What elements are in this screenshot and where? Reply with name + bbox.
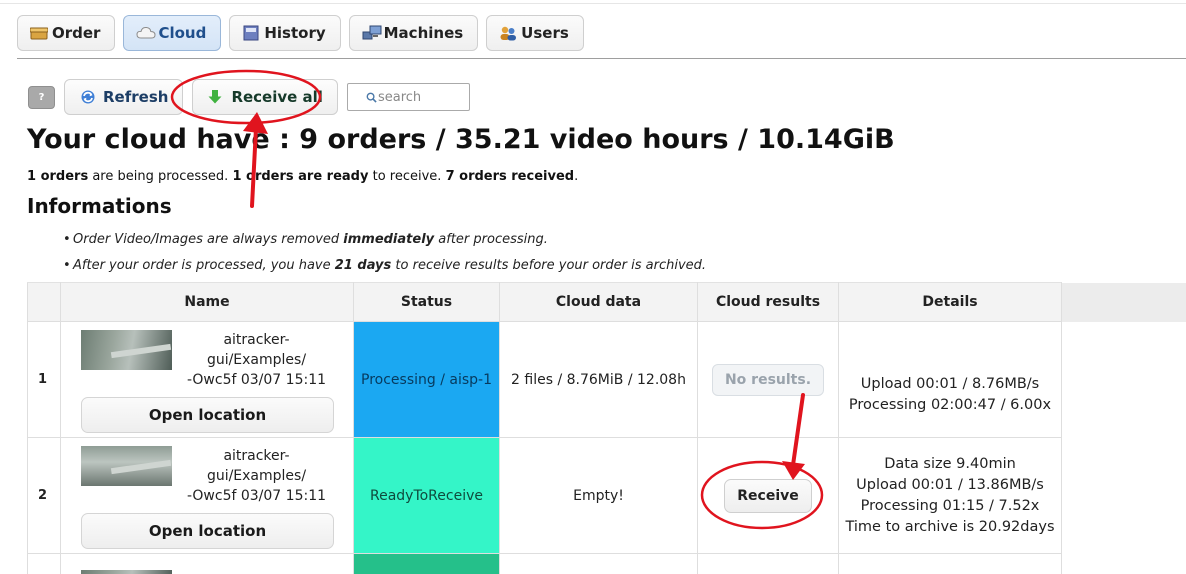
info-item2-bold: 21 days: [334, 258, 392, 273]
ready-count: 1 orders are ready: [232, 169, 369, 184]
video-thumbnail: [81, 446, 172, 486]
receive-button[interactable]: Receive: [724, 478, 812, 513]
table-row: [27, 553, 1186, 574]
details-cell: [838, 553, 1062, 574]
tab-users-label: Users: [521, 24, 569, 42]
detail-line: Processing 01:15 / 7.52x: [860, 497, 1040, 514]
info-item1-post: after processing.: [434, 232, 548, 247]
cloud-results-cell: Receive: [697, 437, 839, 554]
table-row: 2 aitracker-gui/Examples/ -Owc5f 03/07 15…: [27, 437, 1186, 554]
info-item2-pre: After your order is processed, you have: [73, 258, 335, 273]
header-status[interactable]: Status: [353, 282, 500, 322]
help-button[interactable]: ?: [28, 85, 55, 109]
order-path-line2: -Owc5f 03/07 15:11: [186, 488, 327, 504]
search-box: [346, 83, 470, 111]
order-path-line2: -Owc5f 03/07 15:11: [186, 372, 327, 388]
details-cell: Data size 9.40min Upload 00:01 / 13.86MB/…: [838, 437, 1062, 554]
video-thumbnail: [81, 570, 172, 574]
refresh-label: Refresh: [103, 88, 169, 106]
book-icon: [242, 25, 260, 41]
no-results-button: No results.: [711, 363, 825, 396]
download-arrow-icon: [207, 89, 225, 105]
header-spacer: [1061, 282, 1186, 322]
cloud-data-cell: Empty!: [499, 437, 698, 554]
toolbar: ? Refresh Receive all: [28, 79, 470, 115]
order-status-summary: 1 orders are being processed. 1 orders a…: [27, 169, 578, 184]
table-header-row: Name Status Cloud data Cloud results Det…: [27, 282, 1186, 322]
informations-heading: Informations: [27, 194, 172, 218]
order-path: aitracker-gui/Examples/ -Owc5f 03/07 15:1…: [180, 446, 333, 506]
info-item-removed: Order Video/Images are always removed im…: [63, 230, 706, 256]
tab-history[interactable]: History: [229, 15, 341, 51]
tab-machines[interactable]: Machines: [348, 15, 479, 51]
tab-cloud-label: Cloud: [158, 24, 207, 42]
row-number: [27, 553, 61, 574]
header-cloud-results[interactable]: Cloud results: [697, 282, 839, 322]
tab-cloud[interactable]: Cloud: [123, 15, 222, 51]
video-thumbnail: [81, 330, 172, 370]
processing-text: are being processed.: [88, 169, 233, 184]
tab-separator: [17, 58, 1186, 59]
tab-users[interactable]: Users: [486, 15, 584, 51]
receive-all-button[interactable]: Receive all: [192, 79, 338, 115]
order-path: aitracker-gui/Examples/ -Owc5f 03/07 15:1…: [180, 330, 333, 390]
tab-machines-label: Machines: [383, 24, 464, 42]
detail-line: Processing 02:00:47 / 6.00x: [848, 396, 1052, 413]
status-cell: [353, 553, 500, 574]
open-location-button[interactable]: Open location: [81, 513, 334, 549]
header-num: [27, 282, 61, 322]
status-cell: Processing / aisp-1: [353, 321, 500, 438]
orders-table: Name Status Cloud data Cloud results Det…: [27, 282, 1186, 574]
cloud-results-cell: [697, 553, 839, 574]
info-item-archive: After your order is processed, you have …: [63, 256, 706, 282]
header-name[interactable]: Name: [60, 282, 354, 322]
page-title: Your cloud have : 9 orders / 35.21 video…: [27, 124, 895, 155]
search-icon: [366, 92, 377, 103]
row-name-cell: [60, 553, 354, 574]
cloud-results-cell: No results.: [697, 321, 839, 438]
row-number: 2: [27, 437, 61, 554]
info-item1-bold: immediately: [343, 232, 435, 247]
ready-text: to receive.: [368, 169, 446, 184]
row-spacer: [1061, 553, 1186, 574]
order-path-line1: aitracker-gui/Examples/: [206, 448, 307, 484]
table-row: 1 aitracker-gui/Examples/ -Owc5f 03/07 15…: [27, 321, 1186, 438]
orders-table-wrap: Name Status Cloud data Cloud results Det…: [27, 282, 1186, 574]
row-number: 1: [27, 321, 61, 438]
header-cloud-data[interactable]: Cloud data: [499, 282, 698, 322]
row-spacer: [1061, 437, 1186, 554]
tab-order[interactable]: Order: [17, 15, 116, 51]
row-name-cell: aitracker-gui/Examples/ -Owc5f 03/07 15:1…: [60, 437, 354, 554]
row-spacer: [1061, 321, 1186, 438]
header-details[interactable]: Details: [838, 282, 1062, 322]
details-cell: Upload 00:01 / 8.76MB/s Processing 02:00:…: [838, 321, 1062, 438]
received-count: 7 orders received: [445, 169, 575, 184]
receive-all-label: Receive all: [231, 88, 323, 106]
refresh-icon: [79, 89, 97, 105]
status-cell: ReadyToReceive: [353, 437, 500, 554]
processing-count: 1 orders: [27, 169, 89, 184]
main-tabs: Order Cloud History Machines Users: [17, 15, 584, 51]
informations-list: Order Video/Images are always removed im…: [63, 230, 706, 282]
received-text: .: [574, 169, 579, 184]
cloud-data-cell: 2 files / 8.76MiB / 12.08h: [499, 321, 698, 438]
cloud-icon: [136, 25, 156, 41]
detail-line: Data size 9.40min: [884, 455, 1016, 472]
cloud-data-cell: [499, 553, 698, 574]
info-item1-pre: Order Video/Images are always removed: [73, 232, 344, 247]
computer-icon: [362, 25, 382, 41]
box-icon: [29, 25, 49, 41]
detail-line: Upload 00:01 / 8.76MB/s: [860, 375, 1040, 392]
refresh-button[interactable]: Refresh: [64, 79, 184, 115]
detail-line: Time to archive is 20.92days: [845, 518, 1055, 535]
tab-order-label: Order: [52, 24, 101, 42]
top-border: [0, 3, 1186, 4]
open-location-button[interactable]: Open location: [81, 397, 334, 433]
info-item2-post: to receive results before your order is …: [391, 258, 707, 273]
detail-line: Upload 00:01 / 13.86MB/s: [856, 476, 1044, 493]
users-icon: [499, 25, 517, 41]
tab-history-label: History: [264, 24, 326, 42]
order-path-line1: aitracker-gui/Examples/: [206, 332, 307, 368]
row-name-cell: aitracker-gui/Examples/ -Owc5f 03/07 15:1…: [60, 321, 354, 438]
